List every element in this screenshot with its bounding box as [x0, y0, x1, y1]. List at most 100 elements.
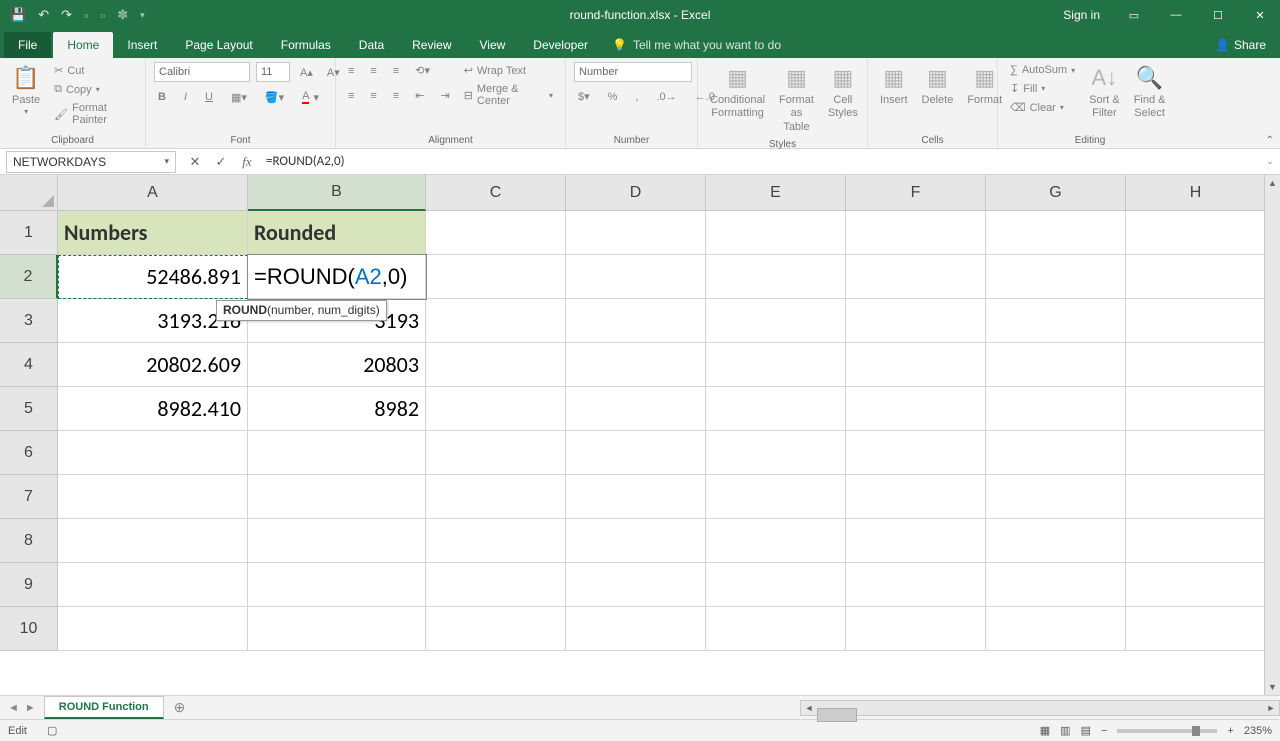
italic-button[interactable]: I [180, 89, 191, 105]
name-box[interactable]: NETWORKDAYS▾ [6, 151, 176, 173]
comma-format-icon[interactable]: , [631, 89, 642, 105]
cell-H2[interactable] [1126, 255, 1266, 299]
zoom-out-icon[interactable]: − [1101, 725, 1107, 737]
row-header-6[interactable]: 6 [0, 431, 58, 475]
tab-view[interactable]: View [466, 32, 520, 58]
row-header-3[interactable]: 3 [0, 299, 58, 343]
column-header-A[interactable]: A [58, 175, 248, 211]
cell-F8[interactable] [846, 519, 986, 563]
save-icon[interactable]: 💾 [10, 7, 26, 23]
increase-font-icon[interactable]: A▴ [296, 64, 317, 81]
number-format-combo[interactable] [574, 62, 692, 82]
cell-E7[interactable] [706, 475, 846, 519]
row-header-4[interactable]: 4 [0, 343, 58, 387]
cell-D8[interactable] [566, 519, 706, 563]
cell-H3[interactable] [1126, 299, 1266, 343]
cell-D9[interactable] [566, 563, 706, 607]
underline-button[interactable]: U [201, 89, 217, 105]
column-header-H[interactable]: H [1126, 175, 1266, 211]
insert-function-icon[interactable]: fx [234, 154, 260, 170]
bold-button[interactable]: B [154, 89, 170, 105]
cell-H7[interactable] [1126, 475, 1266, 519]
tab-home[interactable]: Home [53, 32, 113, 58]
align-bottom-icon[interactable]: ≡ [389, 63, 403, 79]
row-header-2[interactable]: 2 [0, 255, 58, 299]
cell-D7[interactable] [566, 475, 706, 519]
cell-styles-button[interactable]: ▦Cell Styles [824, 62, 862, 123]
cell-D10[interactable] [566, 607, 706, 651]
cell-A5[interactable]: 8982.410 [58, 387, 248, 431]
cell-C1[interactable] [426, 211, 566, 255]
column-header-C[interactable]: C [426, 175, 566, 211]
column-header-G[interactable]: G [986, 175, 1126, 211]
cell-H8[interactable] [1126, 519, 1266, 563]
row-header-8[interactable]: 8 [0, 519, 58, 563]
cell-F4[interactable] [846, 343, 986, 387]
cell-H4[interactable] [1126, 343, 1266, 387]
clear-button[interactable]: ⌫Clear▾ [1006, 99, 1079, 116]
vertical-scrollbar[interactable]: ▲ ▼ [1264, 175, 1280, 695]
cell-E8[interactable] [706, 519, 846, 563]
view-layout-icon[interactable]: ▥ [1060, 724, 1070, 737]
cell-F6[interactable] [846, 431, 986, 475]
font-color-button[interactable]: A▾ [298, 88, 323, 106]
cell-B7[interactable] [248, 475, 426, 519]
cell-E2[interactable] [706, 255, 846, 299]
select-all-corner[interactable] [0, 175, 58, 211]
cell-B9[interactable] [248, 563, 426, 607]
cell-D1[interactable] [566, 211, 706, 255]
copy-button[interactable]: ⧉Copy▾ [50, 81, 137, 98]
ribbon-display-icon[interactable]: ▭ [1114, 0, 1154, 30]
zoom-in-icon[interactable]: + [1227, 725, 1233, 737]
format-as-table-button[interactable]: ▦Format as Table [775, 62, 818, 137]
align-center-icon[interactable]: ≡ [366, 88, 380, 104]
cell-D2[interactable] [566, 255, 706, 299]
cell-C4[interactable] [426, 343, 566, 387]
cell-A1[interactable]: Numbers [58, 211, 248, 255]
cell-G2[interactable] [986, 255, 1126, 299]
zoom-slider[interactable] [1117, 729, 1217, 733]
scrollbar-thumb[interactable] [817, 708, 857, 722]
column-header-E[interactable]: E [706, 175, 846, 211]
qat-icon[interactable]: ▫ [84, 8, 89, 23]
cell-E4[interactable] [706, 343, 846, 387]
align-top-icon[interactable]: ≡ [344, 63, 358, 79]
find-select-button[interactable]: 🔍Find & Select [1130, 62, 1170, 123]
cell-B4[interactable]: 20803 [248, 343, 426, 387]
qat-icon[interactable]: ✽ [117, 7, 128, 23]
autosum-button[interactable]: ∑AutoSum▾ [1006, 62, 1079, 78]
cell-A6[interactable] [58, 431, 248, 475]
cell-F10[interactable] [846, 607, 986, 651]
cell-G3[interactable] [986, 299, 1126, 343]
minimize-icon[interactable]: — [1156, 0, 1196, 30]
cell-B10[interactable] [248, 607, 426, 651]
accounting-format-icon[interactable]: $▾ [574, 88, 594, 105]
cell-E6[interactable] [706, 431, 846, 475]
fill-button[interactable]: ↧Fill▾ [1006, 80, 1079, 97]
sheet-nav-prev-icon[interactable]: ◄ [8, 702, 19, 714]
row-header-9[interactable]: 9 [0, 563, 58, 607]
collapse-ribbon-icon[interactable]: ⌃ [1266, 135, 1274, 146]
delete-cells-button[interactable]: ▦Delete [918, 62, 958, 109]
cell-A9[interactable] [58, 563, 248, 607]
column-header-B[interactable]: B [248, 175, 426, 211]
cell-H6[interactable] [1126, 431, 1266, 475]
align-right-icon[interactable]: ≡ [389, 88, 403, 104]
cell-F1[interactable] [846, 211, 986, 255]
row-header-5[interactable]: 5 [0, 387, 58, 431]
view-normal-icon[interactable]: ▦ [1040, 724, 1050, 737]
cell-B2[interactable]: =ROUND(A2,0) [248, 255, 426, 299]
cell-H10[interactable] [1126, 607, 1266, 651]
formula-input[interactable]: =ROUND(A2,0) [260, 154, 1260, 169]
redo-icon[interactable]: ↷ [61, 7, 72, 23]
signin-link[interactable]: Sign in [1051, 8, 1112, 22]
tab-data[interactable]: Data [345, 32, 398, 58]
cell-F7[interactable] [846, 475, 986, 519]
align-left-icon[interactable]: ≡ [344, 88, 358, 104]
qat-icon[interactable]: ▫ [101, 8, 106, 23]
cell-B6[interactable] [248, 431, 426, 475]
cell-A2[interactable]: 52486.891 [58, 255, 248, 299]
maximize-icon[interactable]: ☐ [1198, 0, 1238, 30]
font-size-combo[interactable] [256, 62, 290, 82]
cell-F2[interactable] [846, 255, 986, 299]
